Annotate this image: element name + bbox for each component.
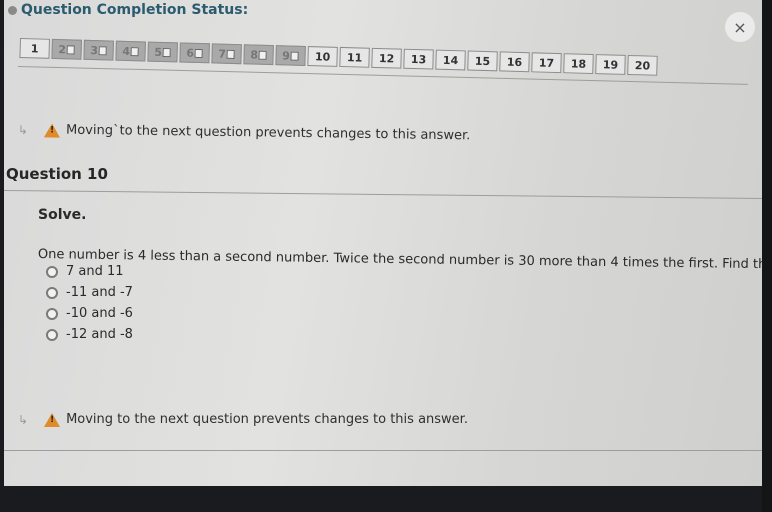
question-nav-button-14[interactable]: 14 [435, 49, 466, 71]
saved-answer-icon [162, 47, 172, 57]
question-number: 10 [314, 49, 331, 64]
close-button[interactable]: × [725, 12, 755, 42]
question-nav-button-15[interactable]: 15 [467, 50, 498, 72]
question-number: 12 [378, 51, 395, 65]
return-arrow-icon: ↳ [17, 122, 29, 137]
question-nav-button-17[interactable]: 17 [531, 52, 562, 74]
saved-answer-icon [98, 45, 108, 55]
question-number: 2 [58, 42, 67, 56]
return-arrow-icon: ↳ [18, 412, 29, 427]
screen-bezel [762, 0, 772, 512]
question-number: 18 [570, 56, 587, 71]
question-number: 7 [218, 47, 227, 61]
question-nav-button-2[interactable]: 2 [51, 38, 82, 60]
question-title: Question 10 [6, 165, 108, 183]
collapse-icon[interactable] [8, 5, 17, 15]
saved-answer-icon [226, 49, 236, 59]
saved-answer-icon [66, 44, 76, 55]
answer-option-label: 7 and 11 [66, 264, 124, 279]
answer-option[interactable]: -12 and -8 [46, 327, 133, 342]
question-nav-button-3[interactable]: 3 [83, 39, 114, 61]
completion-status-title: Question Completion Status: [21, 2, 249, 18]
quiz-page: Question Completion Status: 1 2 3 4 5 6 7 8 9 10 1… [3, 0, 772, 486]
saved-answer-icon [130, 46, 140, 56]
question-number: 6 [186, 46, 195, 60]
answer-options: 7 and 11 -11 and -7 -10 and -6 -12 and -8 [46, 264, 133, 342]
question-number: 16 [506, 55, 523, 69]
saved-answer-icon [258, 50, 268, 60]
answer-option[interactable]: 7 and 11 [46, 264, 133, 279]
radio-button[interactable] [46, 286, 58, 299]
question-number: 14 [442, 53, 459, 67]
warning-text: Moving`to the next question prevents cha… [65, 122, 471, 144]
question-nav-button-6[interactable]: 6 [179, 42, 210, 64]
warning-icon [43, 122, 61, 138]
question-number: 19 [602, 57, 619, 72]
radio-button[interactable] [46, 265, 58, 278]
question-number: 1 [30, 41, 39, 56]
divider [4, 450, 762, 451]
question-number: 3 [90, 43, 99, 57]
answer-option[interactable]: -11 and -7 [46, 285, 133, 300]
warning-text: Moving to the next question prevents cha… [66, 412, 468, 427]
question-number: 8 [250, 47, 259, 62]
question-nav-button-9[interactable]: 9 [275, 45, 306, 66]
question-number: 9 [282, 48, 291, 63]
question-nav-button-10[interactable]: 10 [307, 46, 338, 67]
question-nav-button-13[interactable]: 13 [403, 48, 434, 70]
saved-answer-icon [290, 51, 300, 61]
question-number: 17 [538, 55, 555, 70]
warning-message-top: ↳ Moving`to the next question prevents c… [17, 122, 471, 144]
question-number: 13 [410, 52, 427, 66]
answer-option-label: -12 and -8 [66, 327, 133, 342]
question-nav-button-8[interactable]: 8 [243, 44, 274, 66]
question-number: 15 [474, 54, 491, 68]
question-number: 5 [154, 45, 163, 59]
divider [3, 190, 762, 199]
question-nav-button-19[interactable]: 19 [595, 54, 626, 75]
saved-answer-icon [194, 48, 204, 58]
question-nav-button-20[interactable]: 20 [627, 54, 658, 76]
answer-option[interactable]: -10 and -6 [46, 306, 133, 321]
answer-option-label: -11 and -7 [66, 285, 133, 300]
warning-message-bottom: ↳ Moving to the next question prevents c… [18, 412, 468, 427]
question-number: 11 [346, 50, 363, 65]
question-number: 20 [634, 58, 651, 73]
question-nav-button-18[interactable]: 18 [563, 53, 594, 75]
question-nav-button-4[interactable]: 4 [115, 40, 146, 62]
answer-option-label: -10 and -6 [66, 306, 133, 321]
question-nav-button-7[interactable]: 7 [211, 43, 242, 65]
radio-button[interactable] [46, 328, 58, 341]
question-navigation: 1 2 3 4 5 6 7 8 9 10 11 12 13 14 15 16 17 18 19 20 [19, 38, 658, 76]
warning-icon [44, 412, 61, 427]
completion-status-header: Question Completion Status: [8, 2, 248, 18]
question-text: One number is 4 less than a second numbe… [37, 247, 772, 273]
question-nav-button-1[interactable]: 1 [19, 38, 50, 59]
question-nav-button-11[interactable]: 11 [339, 46, 370, 68]
question-instruction: Solve. [38, 207, 87, 223]
question-nav-button-5[interactable]: 5 [147, 41, 178, 63]
close-icon: × [733, 17, 747, 37]
question-nav-button-12[interactable]: 12 [371, 47, 402, 69]
question-nav-button-16[interactable]: 16 [499, 51, 530, 73]
radio-button[interactable] [46, 307, 58, 320]
question-number: 4 [122, 44, 131, 58]
